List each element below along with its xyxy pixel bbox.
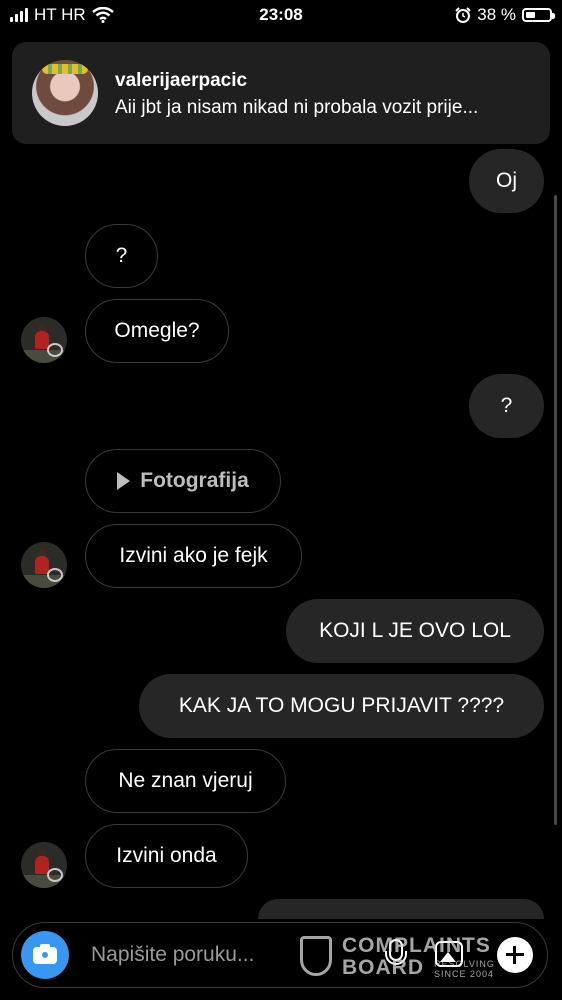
message-bubble-sent[interactable]: ?	[469, 374, 544, 438]
message-text: Oj	[496, 169, 517, 192]
message-text: Izvini ako je fejk	[119, 544, 268, 567]
avatar[interactable]	[21, 842, 67, 888]
scrollbar[interactable]	[554, 195, 557, 825]
message-text: KOJI L JE OVO LOL	[319, 619, 511, 642]
message-bubble-received[interactable]: Izvini onda	[85, 824, 248, 888]
notification-username: valerijaerpacic	[115, 70, 248, 91]
message-bubble-sent[interactable]: Oj	[469, 149, 544, 213]
alarm-icon	[455, 7, 471, 23]
message-text: ?	[115, 244, 128, 267]
notification-message: Aii jbt ja nisam nikad ni probala vozit …	[115, 97, 479, 118]
gallery-icon[interactable]	[435, 941, 463, 967]
message-input[interactable]: Napišite poruku...	[91, 943, 254, 967]
message-bubble-partial[interactable]	[258, 899, 544, 919]
message-text: Ne znan vjeruj	[118, 769, 253, 792]
status-right: 38 %	[455, 5, 555, 25]
message-bubble-received[interactable]: Izvini ako je fejk	[85, 524, 302, 588]
message-bubble-received[interactable]: Ne znan vjeruj	[85, 749, 286, 813]
message-text: Izvini onda	[116, 844, 217, 867]
battery-icon	[522, 8, 555, 22]
message-bubble-received[interactable]: Omegle?	[85, 299, 229, 363]
plus-icon[interactable]	[497, 937, 533, 973]
message-bubble-sent[interactable]: KAK JA TO MOGU PRIJAVIT ????	[139, 674, 544, 738]
message-text: Omegle?	[114, 319, 200, 342]
message-bubble-received[interactable]: ?	[85, 224, 158, 288]
status-bar: HT HR 23:08 38 %	[0, 0, 562, 32]
photo-message[interactable]: Fotografija	[85, 449, 281, 513]
message-bubble-sent[interactable]: KOJI L JE OVO LOL	[286, 599, 544, 663]
message-text: KAK JA TO MOGU PRIJAVIT ????	[178, 694, 505, 717]
message-composer: Napišite poruku...	[12, 922, 548, 988]
photo-label: Fotografija	[140, 469, 249, 492]
avatar[interactable]	[21, 542, 67, 588]
message-text: ?	[500, 394, 513, 417]
avatar[interactable]	[21, 317, 67, 363]
notification-banner[interactable]: valerijaerpacic Aii jbt ja nisam nikad n…	[12, 42, 550, 144]
camera-icon[interactable]	[21, 931, 69, 979]
notification-avatar	[32, 60, 98, 126]
play-icon	[117, 472, 131, 490]
battery-percent: 38 %	[477, 5, 516, 24]
microphone-stand	[385, 951, 407, 965]
